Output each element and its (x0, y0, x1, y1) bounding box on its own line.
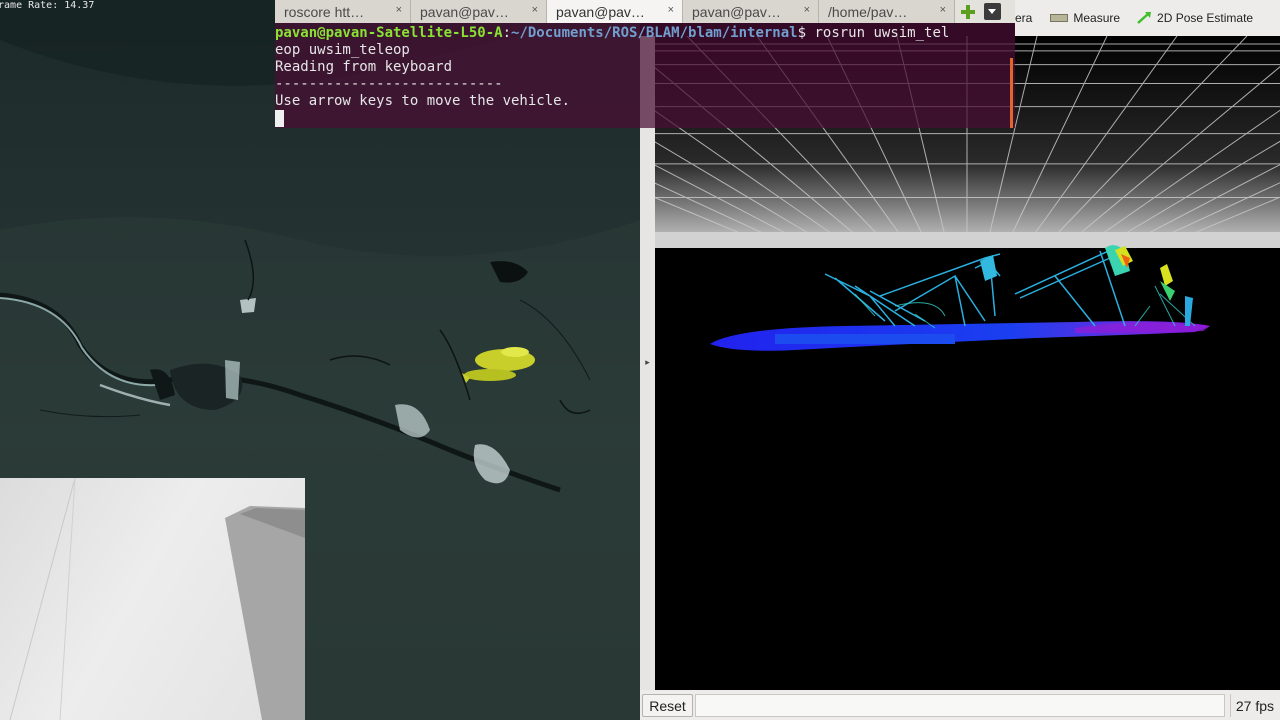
tab-label: roscore htt… (284, 3, 365, 20)
tab-label: /home/pav… (828, 3, 908, 20)
terminal-scrollbar[interactable] (1010, 58, 1013, 128)
tool-camera-label: era (1015, 11, 1033, 25)
terminal-tab-bar: roscore htt… × pavan@pav… × pavan@pav… ×… (275, 0, 1015, 23)
rviz-render (655, 36, 1280, 351)
tool-measure-button[interactable]: Measure (1050, 11, 1120, 25)
terminal-cursor (275, 110, 284, 127)
input-line (275, 110, 1005, 127)
command-text: rosrun uwsim_tel (806, 25, 950, 41)
green-arrow-icon (1137, 12, 1152, 24)
new-tab-button[interactable] (955, 0, 981, 23)
output-line: --------------------------- (275, 76, 503, 92)
prompt-user: pavan@pavan-Satellite-L50-A (275, 25, 503, 41)
frame-rate-readout: Frame Rate: 14.37 (0, 0, 95, 11)
close-icon[interactable]: × (396, 4, 402, 16)
chevron-down-icon (983, 3, 1001, 20)
tool-pose-estimate-label: 2D Pose Estimate (1157, 11, 1254, 25)
terminal-output[interactable]: pavan@pavan-Satellite-L50-A:~/Documents/… (275, 23, 1005, 130)
terminal-tab-pavan-1[interactable]: pavan@pav… × (411, 0, 547, 23)
rviz-status-bar: Reset 27 fps (640, 690, 1280, 720)
close-icon[interactable]: × (940, 4, 946, 16)
prompt-path: ~/Documents/ROS/BLAM/blam/internal (511, 25, 798, 41)
tab-menu-button[interactable] (981, 0, 1003, 23)
virtual-camera-inset (0, 478, 305, 720)
terminal-tab-pavan-2-active[interactable]: pavan@pav… × (547, 0, 683, 23)
status-message-field (695, 694, 1225, 717)
tab-label: pavan@pav… (556, 3, 645, 20)
panel-splitter-handle[interactable]: ▸ (640, 36, 655, 690)
rviz-3d-view[interactable] (655, 36, 1280, 690)
rviz-toolbar: era Measure 2D Pose Estimate (1015, 0, 1280, 36)
terminal-tab-pavan-3[interactable]: pavan@pav… × (683, 0, 819, 23)
command-line: pavan@pavan-Satellite-L50-A:~/Documents/… (275, 25, 1005, 42)
tool-measure-label: Measure (1073, 11, 1121, 25)
output-line: Use arrow keys to move the vehicle. (275, 93, 571, 109)
command-continuation: eop uwsim_teleop (275, 42, 410, 58)
tool-camera-button[interactable]: era (1015, 11, 1032, 25)
close-icon[interactable]: × (532, 4, 538, 16)
fps-readout: 27 fps (1230, 694, 1278, 717)
tab-label: pavan@pav… (420, 3, 509, 20)
terminal-window[interactable]: roscore htt… × pavan@pav… × pavan@pav… ×… (275, 0, 1015, 128)
camera-view-render (9, 478, 305, 720)
ruler-icon (1050, 14, 1069, 22)
terminal-tab-roscore[interactable]: roscore htt… × (275, 0, 411, 23)
prompt-separator: : (502, 25, 512, 41)
prompt-symbol: $ (797, 25, 807, 41)
terminal-tab-home[interactable]: /home/pav… × (819, 0, 955, 23)
tab-label: pavan@pav… (692, 3, 781, 20)
point-cloud (710, 245, 1210, 351)
output-line: Reading from keyboard (275, 59, 453, 75)
close-icon[interactable]: × (668, 4, 674, 16)
splitter-arrow-icon: ▸ (645, 358, 650, 368)
plus-icon (961, 4, 975, 19)
reset-button[interactable]: Reset (642, 694, 693, 717)
close-icon[interactable]: × (804, 4, 810, 16)
tool-2d-pose-estimate-button[interactable]: 2D Pose Estimate (1136, 11, 1253, 25)
